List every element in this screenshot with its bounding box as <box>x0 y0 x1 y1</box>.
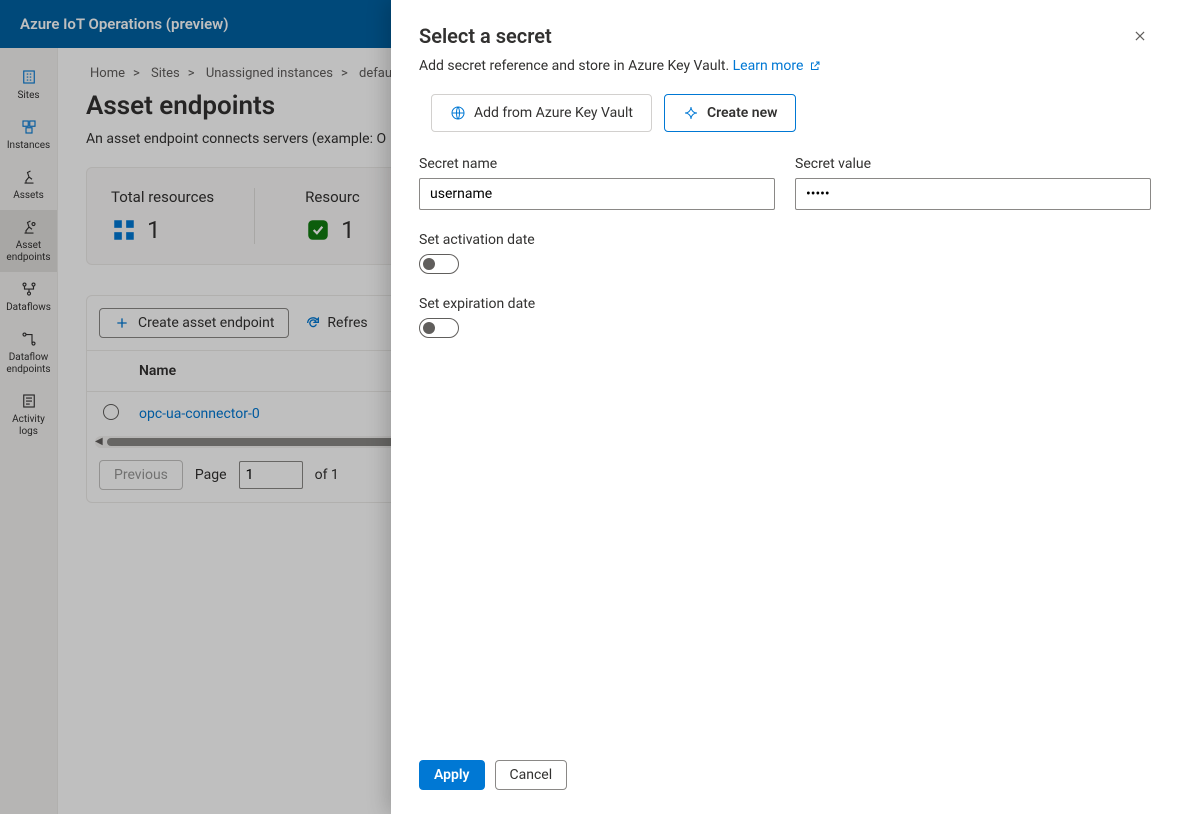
expiration-toggle[interactable] <box>419 318 459 338</box>
tab-group: Add from Azure Key Vault Create new <box>431 94 1151 132</box>
panel-footer: Apply Cancel <box>419 744 1151 790</box>
cancel-button[interactable]: Cancel <box>495 760 568 790</box>
tab-label: Add from Azure Key Vault <box>474 105 633 121</box>
toggle-knob <box>423 322 435 334</box>
sparkle-icon <box>683 105 699 121</box>
panel-subtitle: Add secret reference and store in Azure … <box>419 58 821 74</box>
learn-more-link[interactable]: Learn more <box>733 58 821 74</box>
panel-title: Select a secret <box>419 24 821 48</box>
button-label: Apply <box>434 767 470 783</box>
secret-name-field: Secret name <box>419 156 775 210</box>
secret-name-input[interactable] <box>419 178 775 210</box>
secret-value-input[interactable] <box>795 178 1151 210</box>
external-link-icon <box>809 60 821 72</box>
select-secret-panel: Select a secret Add secret reference and… <box>391 0 1179 814</box>
apply-button[interactable]: Apply <box>419 760 485 790</box>
secret-value-field: Secret value <box>795 156 1151 210</box>
field-label: Secret name <box>419 156 775 172</box>
add-from-keyvault-tab[interactable]: Add from Azure Key Vault <box>431 94 652 132</box>
field-label: Secret value <box>795 156 1151 172</box>
activation-toggle[interactable] <box>419 254 459 274</box>
activation-toggle-group: Set activation date <box>419 232 1151 274</box>
create-new-tab[interactable]: Create new <box>664 94 797 132</box>
close-icon <box>1133 29 1147 43</box>
button-label: Cancel <box>510 767 553 783</box>
close-button[interactable] <box>1129 24 1151 51</box>
expiration-toggle-group: Set expiration date <box>419 296 1151 338</box>
globe-icon <box>450 105 466 121</box>
tab-label: Create new <box>707 105 778 121</box>
toggle-label: Set expiration date <box>419 296 1151 312</box>
toggle-knob <box>423 258 435 270</box>
toggle-label: Set activation date <box>419 232 1151 248</box>
